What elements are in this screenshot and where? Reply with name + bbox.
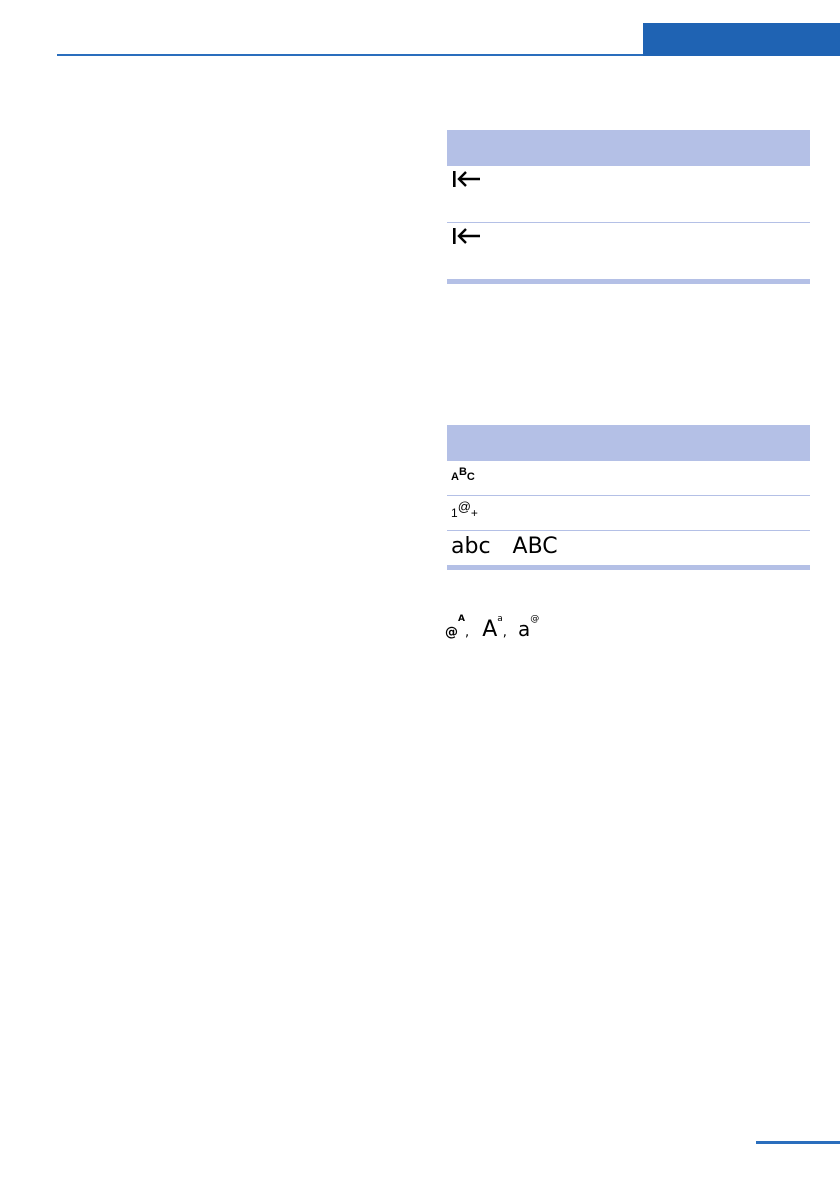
case-toggle-icon: abc ABC (451, 534, 558, 559)
symbols-mode-icon: @A (445, 614, 465, 640)
uppercase-mode-icon: Aa (482, 614, 503, 642)
table-header (447, 130, 810, 165)
table-row: 1@+ (447, 495, 810, 530)
letters-mode-icon: ABC (451, 466, 475, 483)
header-section-tab (643, 23, 840, 56)
table-row: abc ABC (447, 530, 810, 565)
numbers-symbols-mode-icon: 1@+ (451, 499, 478, 520)
table-row: ABC (447, 460, 810, 495)
footer-rule (756, 1141, 840, 1144)
backspace-to-start-icon (451, 227, 481, 249)
backspace-to-start-icon (451, 170, 481, 192)
input-mode-symbols-line: @A, Aa, a@ (445, 614, 540, 642)
symbol-table-delete (447, 130, 810, 284)
table-row (447, 165, 810, 222)
table-header (447, 425, 810, 460)
lowercase-mode-icon: a@ (518, 614, 540, 641)
table-row (447, 222, 810, 279)
symbol-table-input-mode: ABC 1@+ abc ABC (447, 425, 810, 570)
